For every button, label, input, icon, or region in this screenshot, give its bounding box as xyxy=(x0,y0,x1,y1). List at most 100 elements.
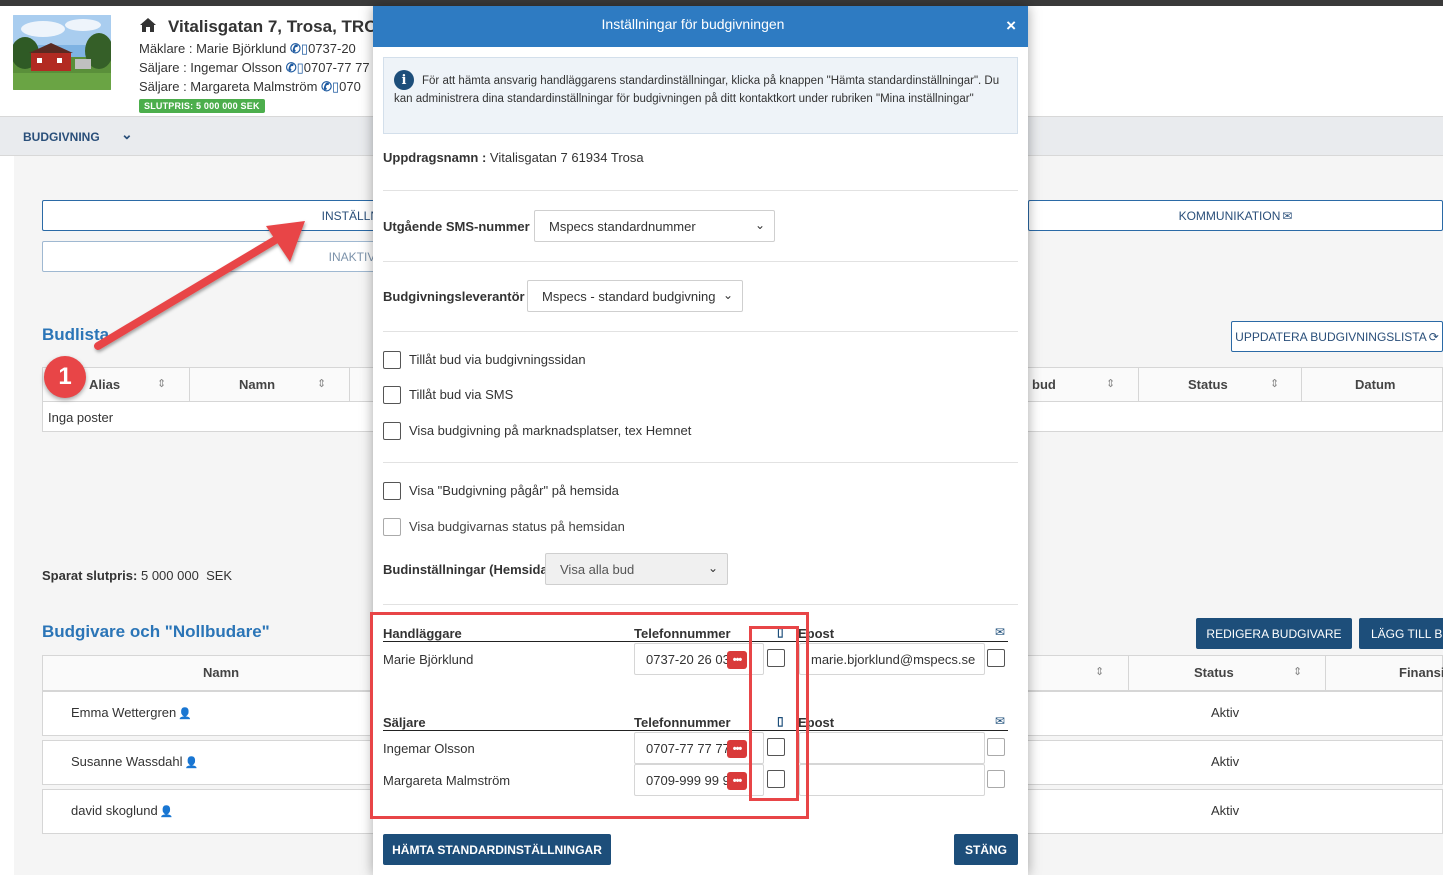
sort-icon[interactable]: ⇕ xyxy=(157,377,166,390)
edit-bidders-button[interactable]: REDIGERA BUDGIVARE xyxy=(1196,618,1352,649)
info-box: i För att hämta ansvarig handläggarens s… xyxy=(383,57,1018,134)
handler-email-value: marie.bjorklund@mspecs.se xyxy=(811,652,976,667)
settings-button[interactable]: INSTÄLLNI xyxy=(42,200,382,231)
col-name[interactable]: Namn xyxy=(239,377,275,392)
seller2-email-input[interactable] xyxy=(799,764,985,796)
checkbox xyxy=(383,518,401,536)
seller1-email-input[interactable] xyxy=(799,732,985,764)
home-icon xyxy=(140,17,156,37)
seller1-phone-input[interactable]: 0707-77 77 77 ••• xyxy=(634,732,764,764)
no-posts-text: Inga poster xyxy=(48,410,114,425)
sort-icon[interactable]: ⇕ xyxy=(1270,377,1279,390)
chevron-down-icon: ⌄ xyxy=(707,561,718,575)
price-badge: SLUTPRIS: 5 000 000 SEK xyxy=(139,99,265,113)
fetch-defaults-button[interactable]: HÄMTA STANDARDINSTÄLLNINGAR xyxy=(383,834,611,865)
divider xyxy=(383,604,1018,605)
assignment-label: Uppdragsnamn : xyxy=(383,150,487,165)
chevron-down-icon[interactable]: ⌄ xyxy=(121,126,133,143)
assignment-value: Vitalisgatan 7 61934 Trosa xyxy=(489,150,644,165)
seller2-line: Säljare : Margareta Malmström ✆▯070 xyxy=(139,79,361,95)
col-bidder-name[interactable]: Namn xyxy=(203,665,239,680)
seller2-phone-input[interactable]: 0709-999 99 99 ••• xyxy=(634,764,764,796)
handler-heading: Handläggare xyxy=(383,626,462,641)
inactivate-button[interactable]: INAKTIV xyxy=(42,241,382,272)
checkbox-label: Visa "Budgivning pågår" på hemsida xyxy=(409,483,619,498)
mobile-icon: ▯ xyxy=(777,625,784,639)
step-number-badge: 1 xyxy=(44,356,86,398)
sms-icon[interactable]: ••• xyxy=(727,740,747,758)
divider xyxy=(383,641,1008,642)
close-icon[interactable]: × xyxy=(1006,16,1016,36)
seller1-sms-checkbox[interactable] xyxy=(767,738,785,756)
property-title-text: Vitalisgatan 7, Trosa, TROS xyxy=(168,17,389,36)
tab-budgivning[interactable]: BUDGIVNING xyxy=(23,130,100,144)
phone-heading: Telefonnummer xyxy=(634,715,731,730)
bidder-status: Aktiv xyxy=(1211,705,1240,720)
seller2-sms-checkbox[interactable] xyxy=(767,770,785,788)
saved-price-unit: SEK xyxy=(206,568,233,583)
handler-email-input[interactable]: marie.bjorklund@mspecs.se xyxy=(799,643,985,675)
handler-email-checkbox[interactable] xyxy=(987,649,1005,667)
add-bidder-button[interactable]: LÄGG TILL BU xyxy=(1359,618,1443,649)
broker-phone[interactable]: 0737-20 xyxy=(308,41,356,56)
saved-price-label: Sparat slutpris: xyxy=(42,568,138,583)
checkbox[interactable] xyxy=(383,386,401,404)
modal-header: Inställningar för budgivningen × xyxy=(373,6,1028,47)
col-date[interactable]: Datum xyxy=(1355,377,1395,392)
bidder-name: Emma Wettergren 👤 xyxy=(71,705,192,720)
col-bidder-finance[interactable]: Finansie xyxy=(1399,665,1443,680)
seller1-phone[interactable]: 0707-77 77 xyxy=(304,60,370,75)
update-bid-list-button[interactable]: UPPDATERA BUDGIVNINGSLISTA ⟳ xyxy=(1231,321,1443,352)
info-text: För att hämta ansvarig handläggarens sta… xyxy=(394,75,1000,105)
sort-icon[interactable]: ⇕ xyxy=(317,377,326,390)
sms-number-select[interactable]: Mspecs standardnummer ⌄ xyxy=(534,210,775,242)
seller1-email-checkbox xyxy=(987,738,1005,756)
broker-name: Mäklare : Marie Björklund xyxy=(139,41,287,56)
checkbox[interactable] xyxy=(383,482,401,500)
sort-icon[interactable]: ⇕ xyxy=(1106,377,1115,390)
bidder-name-text: david skoglund xyxy=(71,803,158,818)
checkbox-label: Tillåt bud via budgivningssidan xyxy=(409,352,586,367)
checkbox-label: Visa budgivarnas status på hemsidan xyxy=(409,519,625,534)
provider-value: Mspecs - standard budgivning xyxy=(542,289,716,304)
seller2-name: Margareta Malmström xyxy=(383,773,511,788)
chevron-down-icon: ⌄ xyxy=(722,288,733,302)
bidder-name: Susanne Wassdahl 👤 xyxy=(71,754,198,769)
bidder-status: Aktiv xyxy=(1211,754,1240,769)
user-icon: 👤 xyxy=(178,708,192,720)
col-bid[interactable]: bud xyxy=(1032,377,1056,392)
modal-title: Inställningar för budgivningen xyxy=(601,16,785,32)
email-heading: Epost xyxy=(798,715,835,730)
handler-sms-checkbox[interactable] xyxy=(767,649,785,667)
sms-icon[interactable]: ••• xyxy=(727,651,747,669)
col-status[interactable]: Status xyxy=(1188,377,1228,392)
communication-button[interactable]: KOMMUNIKATION ✉ xyxy=(1028,200,1443,231)
bid-settings-select[interactable]: Visa alla bud ⌄ xyxy=(545,553,728,585)
sort-icon[interactable]: ⇕ xyxy=(1293,665,1302,678)
handler-phone-input[interactable]: 0737-20 26 03 ••• xyxy=(634,643,764,675)
sort-icon[interactable]: ⇕ xyxy=(1095,665,1104,678)
sms-number-value: Mspecs standardnummer xyxy=(549,219,696,234)
sms-icon[interactable]: ••• xyxy=(727,772,747,790)
saved-price: Sparat slutpris: 5 000 000 SEK xyxy=(42,568,232,583)
mobile-icon: ▯ xyxy=(300,41,309,56)
checkbox[interactable] xyxy=(383,422,401,440)
provider-select[interactable]: Mspecs - standard budgivning ⌄ xyxy=(527,280,743,312)
close-button[interactable]: STÄNG xyxy=(954,834,1018,865)
col-bidder-status[interactable]: Status xyxy=(1194,665,1234,680)
seller2-name: Säljare : Margareta Malmström xyxy=(139,79,318,94)
bid-settings-label: Budinställningar (Hemsida) xyxy=(383,562,553,577)
property-photo xyxy=(13,15,111,90)
mail-icon: ✉ xyxy=(995,625,1006,639)
phone-icon: ✆ xyxy=(321,79,332,94)
phone-icon: ✆ xyxy=(285,60,297,75)
seller2-phone[interactable]: 070 xyxy=(339,79,361,94)
mail-icon: ✉ xyxy=(995,714,1006,728)
col-alias[interactable]: Alias xyxy=(89,377,120,392)
bid-settings-value: Visa alla bud xyxy=(560,562,635,577)
assignment-row: Uppdragsnamn : Vitalisgatan 7 61934 Tros… xyxy=(383,150,644,165)
checkbox[interactable] xyxy=(383,351,401,369)
property-title: Vitalisgatan 7, Trosa, TROS xyxy=(140,17,389,37)
checkbox-label: Visa budgivning på marknadsplatser, tex … xyxy=(409,423,692,438)
provider-label: Budgivningsleverantör xyxy=(383,289,525,304)
